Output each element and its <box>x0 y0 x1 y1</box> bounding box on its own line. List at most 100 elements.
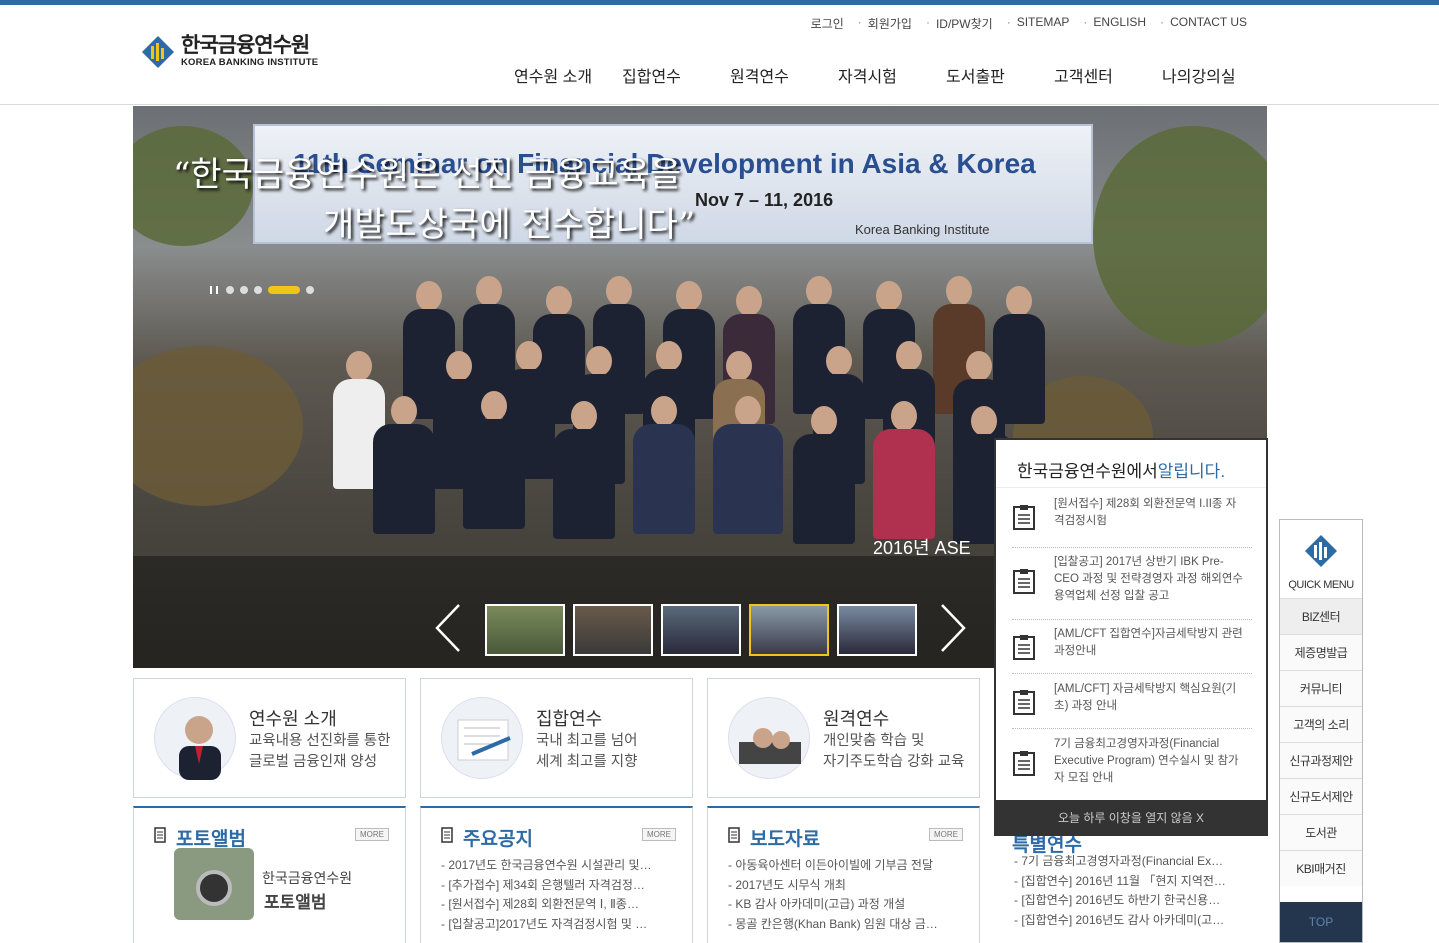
clipboard-icon <box>1012 568 1038 619</box>
slide-dot[interactable] <box>226 286 234 294</box>
quick-item-library[interactable]: 도서관 <box>1280 814 1362 850</box>
slide-thumbnail[interactable] <box>661 604 741 656</box>
util-separator: · <box>1083 15 1088 29</box>
quick-item-magazine[interactable]: KBI매거진 <box>1280 850 1362 886</box>
list-item[interactable]: - 2017년도 시무식 개최 <box>728 876 968 896</box>
card-desc: 교육내용 선진화를 통한 글로벌 금융인재 양성 <box>249 733 391 770</box>
list-item[interactable]: - KB 감사 아카데미(고급) 과정 개설 <box>728 895 968 915</box>
slide-dot-active[interactable] <box>268 286 300 294</box>
panel-photo-album: 포토앨범 MORE 한국금융연수원 포토앨범 <box>133 806 406 943</box>
quick-item-certificate[interactable]: 제증명발급 <box>1280 634 1362 670</box>
list-item[interactable]: - 아동육아센터 이든아이빌에 기부금 전달 <box>728 856 968 876</box>
slide-dot[interactable] <box>306 286 314 294</box>
list-item[interactable]: - [입찰공고]2017년도 자격검정시험 및 … <box>441 915 681 935</box>
camera-icon[interactable] <box>174 848 254 920</box>
panel-title: 주요공지 <box>463 829 533 850</box>
list-item[interactable]: - 몽골 칸은행(Khan Bank) 임원 대상 금… <box>728 915 968 935</box>
nav-group-training[interactable]: 집합연수 <box>622 63 730 87</box>
list-item[interactable]: - 7기 금융최고경영자과정(Financial Ex… <box>1014 852 1244 872</box>
kbi-logo-icon <box>141 35 175 69</box>
slide-thumbnails <box>485 604 925 656</box>
util-login-link[interactable]: 로그인 <box>811 15 844 32</box>
utility-nav: 로그인 · 회원가입 · ID/PW찾기 · SITEMAP · ENGLISH · CO… <box>797 15 1247 32</box>
site-logo[interactable]: 한국금융연수원 KOREA BANKING INSTITUTE <box>141 35 318 69</box>
logo-english-text: KOREA BANKING INSTITUTE <box>181 57 319 68</box>
quote-line-2: 개발도상국에 전수합니다” <box>323 205 696 245</box>
nav-customer-center[interactable]: 고객센터 <box>1054 63 1162 87</box>
nav-about[interactable]: 연수원 소개 <box>514 63 622 87</box>
card-about[interactable]: 연수원 소개 교육내용 선진화를 통한 글로벌 금융인재 양성 <box>133 678 406 798</box>
notice-item[interactable]: [AML/CFT 집합연수]자금세탁방지 관련 과정안내 <box>1012 626 1252 674</box>
album-label-big[interactable]: 포토앨범 <box>264 888 327 913</box>
list-item[interactable]: - [집합연수] 2016년도 감사 아카데미(고… <box>1014 911 1244 931</box>
slide-dot[interactable] <box>254 286 262 294</box>
quick-item-book-proposal[interactable]: 신규도서제안 <box>1280 778 1362 814</box>
util-sitemap-link[interactable]: SITEMAP <box>1017 15 1070 32</box>
panel-special-training: 특별연수 - 7기 금융최고경영자과정(Financial Ex… - [집합연… <box>994 835 1268 943</box>
card-title: 집합연수 <box>536 709 603 729</box>
card-desc: 개인맞춤 학습 및 자기주도학습 강화 교육 <box>823 733 965 770</box>
util-separator: · <box>1006 15 1011 29</box>
nav-my-classroom[interactable]: 나의강의실 <box>1162 63 1270 87</box>
quick-menu: QUICK MENU BIZ센터 제증명발급 커뮤니티 고객의 소리 신규과정제… <box>1279 519 1363 943</box>
list-item[interactable]: - 2017년도 한국금융연수원 시설관리 및… <box>441 856 681 876</box>
quick-item-course-proposal[interactable]: 신규과정제안 <box>1280 742 1362 778</box>
document-icon <box>441 827 453 848</box>
album-label[interactable]: 한국금융연수원 <box>262 868 352 888</box>
nav-certification[interactable]: 자격시험 <box>838 63 946 87</box>
notice-popup: 한국금융연수원에서알립니다. [원서접수] 제28회 외환전문역 I.II종 자… <box>994 438 1268 836</box>
document-pen-icon <box>441 697 523 779</box>
notice-item-text: [입찰공고] 2017년 상반기 IBK Pre-CEO 과정 및 전략경영자 … <box>1054 556 1244 602</box>
pause-icon[interactable] <box>210 286 218 294</box>
util-contact-link[interactable]: CONTACT US <box>1170 15 1247 32</box>
top-button[interactable]: TOP <box>1280 902 1362 942</box>
util-find-id-link[interactable]: ID/PW찾기 <box>936 15 993 32</box>
util-separator: · <box>857 15 862 29</box>
nav-publishing[interactable]: 도서출판 <box>946 63 1054 87</box>
list-item[interactable]: - [원서접수] 제28회 외환전문역 Ⅰ, Ⅱ종… <box>441 895 681 915</box>
card-remote-training[interactable]: 원격연수 개인맞춤 학습 및 자기주도학습 강화 교육 <box>707 678 980 798</box>
prev-slide-arrow-icon[interactable] <box>431 603 471 653</box>
close-today-button[interactable]: 오늘 하루 이창을 열지 않음 X <box>994 800 1268 836</box>
list-item[interactable]: - [추가접수] 제34회 은행텔러 자격검정… <box>441 876 681 896</box>
more-button[interactable]: MORE <box>355 828 389 841</box>
slide-thumbnail[interactable] <box>573 604 653 656</box>
more-button[interactable]: MORE <box>929 828 963 841</box>
quick-item-voice[interactable]: 고객의 소리 <box>1280 706 1362 742</box>
card-group-training[interactable]: 집합연수 국내 최고를 넘어 세계 최고를 지향 <box>420 678 693 798</box>
quick-item-biz[interactable]: BIZ센터 <box>1280 598 1362 634</box>
quick-item-community[interactable]: 커뮤니티 <box>1280 670 1362 706</box>
notice-title: 한국금융연수원에서알립니다. <box>996 440 1266 488</box>
clipboard-icon <box>1012 689 1038 728</box>
notice-item-text: [AML/CFT] 자금세탁방지 핵심요원(기초) 과정 안내 <box>1054 683 1237 712</box>
panel-title: 보도자료 <box>750 829 820 850</box>
site-header: 한국금융연수원 KOREA BANKING INSTITUTE 로그인 · 회원가… <box>0 5 1439 105</box>
notice-item[interactable]: [AML/CFT] 자금세탁방지 핵심요원(기초) 과정 안내 <box>1012 681 1252 729</box>
keyboard-hands-icon <box>728 697 810 779</box>
notice-item[interactable]: [원서접수] 제28회 외환전문역 I.II종 자격검정시험 <box>1012 496 1252 548</box>
card-desc: 국내 최고를 넘어 세계 최고를 지향 <box>536 733 638 770</box>
list-item[interactable]: - [집합연수] 2016년 11월 「현지 지역전… <box>1014 872 1244 892</box>
notice-item[interactable]: 7기 금융최고경영자과정(Financial Executive Program… <box>1012 736 1252 796</box>
notice-item-text: [원서접수] 제28회 외환전문역 I.II종 자격검정시험 <box>1054 498 1237 527</box>
document-icon <box>154 827 166 848</box>
util-separator: · <box>1160 15 1165 29</box>
notice-item[interactable]: [입찰공고] 2017년 상반기 IBK Pre-CEO 과정 및 전략경영자 … <box>1012 554 1252 620</box>
hero-quote: “한국금융연수원은 선진 금융교육을 개발도상국에 전수합니다” <box>173 150 773 250</box>
util-signup-link[interactable]: 회원가입 <box>868 15 912 32</box>
nav-remote-training[interactable]: 원격연수 <box>730 63 838 87</box>
list-item[interactable]: - [집합연수] 2016년도 하반기 한국신용… <box>1014 891 1244 911</box>
card-title: 연수원 소개 <box>249 709 337 729</box>
util-english-link[interactable]: ENGLISH <box>1093 15 1146 32</box>
slide-thumbnail[interactable] <box>837 604 917 656</box>
slide-dot[interactable] <box>240 286 248 294</box>
kbi-logo-icon <box>1280 534 1362 573</box>
logo-korean-text: 한국금융연수원 <box>181 34 310 57</box>
avatar <box>154 697 236 780</box>
util-separator: · <box>925 15 930 29</box>
slide-thumbnail-active[interactable] <box>749 604 829 656</box>
more-button[interactable]: MORE <box>642 828 676 841</box>
slide-thumbnail[interactable] <box>485 604 565 656</box>
next-slide-arrow-icon[interactable] <box>930 603 970 653</box>
slide-indicator <box>210 286 320 294</box>
